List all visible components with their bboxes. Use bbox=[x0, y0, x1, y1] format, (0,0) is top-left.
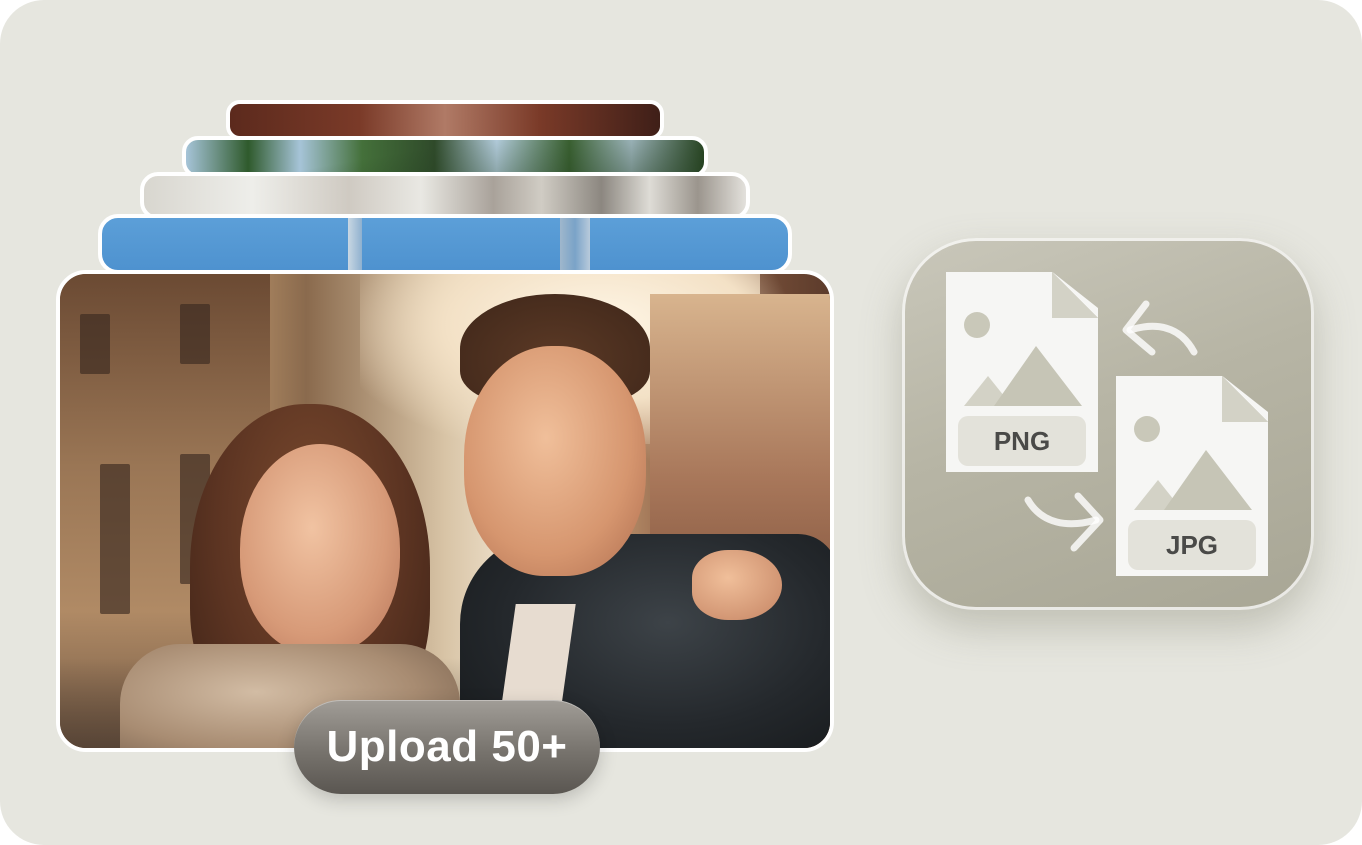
photo-card-back-2[interactable] bbox=[140, 172, 750, 220]
photo-window bbox=[80, 314, 110, 374]
image-mountain-icon bbox=[964, 346, 1082, 406]
image-mountain-icon bbox=[1134, 450, 1252, 510]
upload-button-label: Upload 50+ bbox=[326, 722, 568, 771]
photo-person-face bbox=[464, 346, 646, 576]
photo-card-front[interactable] bbox=[56, 270, 834, 752]
jpg-format-label: JPG bbox=[1128, 520, 1256, 570]
photo-card-back-1[interactable] bbox=[98, 214, 792, 274]
jpg-file-icon: JPG bbox=[1116, 376, 1268, 576]
photo-person-face bbox=[240, 444, 400, 654]
photo-person-hand bbox=[692, 550, 782, 620]
photo-window bbox=[180, 304, 210, 364]
png-file-icon: PNG bbox=[946, 272, 1098, 472]
photo-detail bbox=[560, 218, 590, 270]
png-format-label: PNG bbox=[958, 416, 1086, 466]
photo-card-back-4[interactable] bbox=[226, 100, 664, 140]
upload-button[interactable]: Upload 50+ bbox=[294, 700, 600, 794]
photo-window bbox=[100, 464, 130, 614]
promo-canvas: Upload 50+ PNG JPG bbox=[0, 0, 1362, 845]
photo-detail bbox=[348, 218, 362, 270]
arrow-forward-icon bbox=[1024, 492, 1104, 552]
arrow-back-icon bbox=[1122, 300, 1198, 356]
